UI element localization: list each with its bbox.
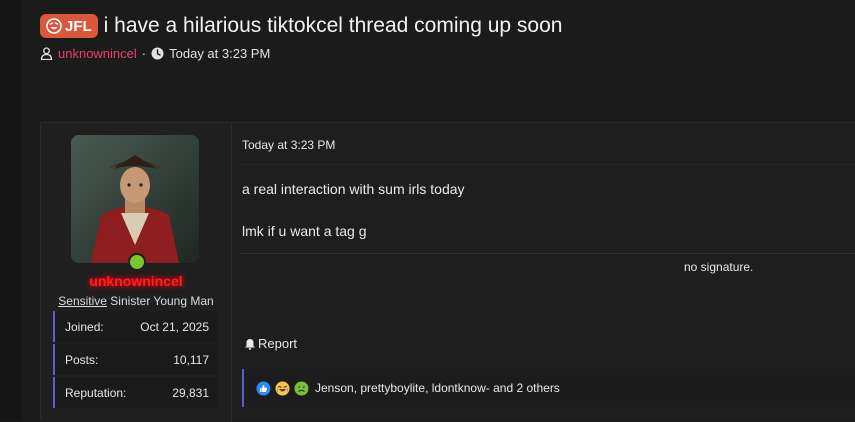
thread-title: i have a hilarious tiktokcel thread comi… bbox=[103, 14, 563, 37]
post-body-line: a real interaction with sum irls today bbox=[242, 181, 465, 197]
report-button[interactable]: Report bbox=[244, 336, 297, 351]
thread-header: JFL i have a hilarious tiktokcel thread … bbox=[40, 14, 562, 61]
meta-separator: · bbox=[141, 46, 147, 61]
thread-prefix-badge[interactable]: JFL bbox=[40, 14, 98, 38]
title-row: JFL i have a hilarious tiktokcel thread … bbox=[40, 14, 562, 38]
divider bbox=[240, 164, 855, 165]
thread-timestamp[interactable]: Today at 3:23 PM bbox=[169, 46, 270, 61]
stat-label: Reputation: bbox=[65, 385, 127, 400]
avatar[interactable] bbox=[71, 135, 199, 263]
signature-divider bbox=[240, 253, 855, 254]
sick-icon[interactable] bbox=[294, 381, 309, 396]
stat-value: Oct 21, 2025 bbox=[140, 319, 209, 334]
left-rail bbox=[0, 0, 22, 421]
stat-joined: Joined: Oct 21, 2025 bbox=[53, 311, 217, 342]
stat-label: Posts: bbox=[65, 352, 99, 367]
laughing-face-icon bbox=[46, 18, 62, 34]
stat-label: Joined: bbox=[65, 319, 104, 334]
user-title-rest: Sinister Young Man bbox=[106, 294, 214, 308]
post-user-cell: unknownincel Sensitive Sinister Young Ma… bbox=[41, 123, 232, 422]
thread-prefix-label: JFL bbox=[65, 17, 92, 35]
online-status-indicator bbox=[128, 253, 146, 271]
post-content: Today at 3:23 PM a real interaction with… bbox=[232, 123, 855, 422]
post-username[interactable]: unknownincel bbox=[41, 273, 231, 289]
post: unknownincel Sensitive Sinister Young Ma… bbox=[40, 122, 855, 422]
stat-posts: Posts: 10,117 bbox=[53, 344, 217, 375]
stat-reputation: Reputation: 29,831 bbox=[53, 377, 217, 408]
thread-author-link[interactable]: unknownincel bbox=[58, 46, 137, 61]
user-icon bbox=[40, 47, 53, 60]
signature: no signature. bbox=[684, 260, 754, 274]
bell-icon bbox=[245, 338, 255, 350]
user-title: Sensitive Sinister Young Man bbox=[41, 294, 231, 308]
stat-value: 29,831 bbox=[172, 385, 209, 400]
laugh-icon[interactable] bbox=[275, 381, 290, 396]
like-icon[interactable] bbox=[256, 381, 271, 396]
thread-meta: unknownincel · Today at 3:23 PM bbox=[40, 46, 562, 61]
user-title-underlined: Sensitive bbox=[58, 294, 107, 308]
post-date[interactable]: Today at 3:23 PM bbox=[242, 138, 335, 152]
avatar-image bbox=[71, 135, 199, 263]
clock-icon bbox=[151, 47, 164, 60]
stat-value: 10,117 bbox=[173, 352, 209, 367]
reactions-bar: Jenson, prettyboylite, ldontknow- and 2 … bbox=[242, 369, 855, 407]
report-label: Report bbox=[258, 336, 298, 351]
post-body-line: lmk if u want a tag g bbox=[242, 223, 367, 239]
user-stats: Joined: Oct 21, 2025 Posts: 10,117 Reput… bbox=[53, 311, 217, 410]
reactions-summary-link[interactable]: Jenson, prettyboylite, ldontknow- and 2 … bbox=[315, 381, 560, 395]
